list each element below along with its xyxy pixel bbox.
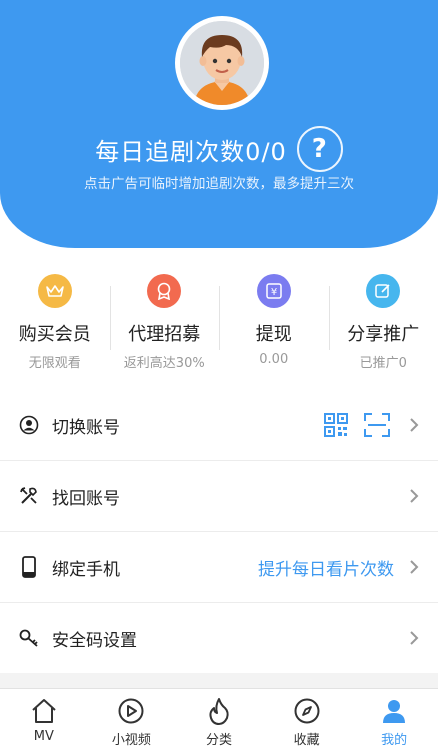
flame-icon — [175, 697, 263, 725]
key-icon — [18, 627, 40, 649]
stat-sub: 无限观看 — [28, 356, 81, 371]
share-promote[interactable]: 分享推广 已推广0 — [328, 268, 438, 371]
chevron-right-icon — [410, 631, 419, 645]
security-code-label: 安全码设置 — [52, 630, 137, 651]
phone-icon — [18, 556, 40, 578]
tab-label: 分类 — [205, 733, 232, 748]
stat-sub: 返利高达30% — [123, 356, 205, 371]
switch-account-label: 切换账号 — [52, 417, 120, 438]
qr-code-icon[interactable] — [324, 413, 348, 437]
tab-favorites[interactable]: 收藏 — [263, 689, 351, 753]
avatar-image — [180, 21, 264, 105]
tab-category[interactable]: 分类 — [175, 689, 263, 753]
tab-label: 小视频 — [111, 733, 151, 748]
agent-recruit[interactable]: 代理招募 返利高达30% — [109, 268, 220, 371]
tab-short-video[interactable]: 小视频 — [88, 689, 176, 753]
svg-text:¥: ¥ — [271, 287, 277, 298]
quick-actions: 购买会员 无限观看 代理招募 返利高达30% ¥ 提现 0.00 分享推广 已推… — [0, 268, 438, 371]
stat-label: 代理招募 — [128, 324, 201, 345]
chevron-right-icon — [410, 418, 419, 432]
bottom-tab-bar: MV 小视频 分类 收藏 我的 — [0, 688, 438, 753]
profile-header: 每日追剧次数0/0? 点击广告可临时增加追剧次数，最多提升三次 — [0, 0, 438, 248]
stat-sub: 0.00 — [259, 352, 289, 367]
chevron-right-icon — [410, 489, 419, 503]
qr-actions — [308, 413, 390, 437]
medal-icon — [147, 274, 182, 308]
tab-mv[interactable]: MV — [0, 689, 88, 753]
daily-quota-title: 每日追剧次数0/0 — [95, 137, 287, 166]
crown-icon — [37, 274, 72, 308]
recover-account-label: 找回账号 — [52, 488, 120, 509]
user-circle-icon — [18, 414, 40, 436]
bind-phone-hint: 提升每日看片次数 — [258, 559, 394, 580]
tab-label: MV — [33, 729, 54, 744]
tools-icon — [18, 485, 40, 507]
compass-icon — [263, 697, 351, 725]
stat-label: 提现 — [255, 324, 292, 345]
yen-icon: ¥ — [256, 274, 291, 308]
daily-quota-subtitle: 点击广告可临时增加追剧次数，最多提升三次 — [84, 176, 354, 192]
stat-label: 购买会员 — [18, 324, 91, 345]
tab-mine[interactable]: 我的 — [350, 689, 438, 753]
tab-label: 收藏 — [293, 733, 320, 748]
user-icon — [350, 697, 438, 725]
switch-account-row[interactable]: 切换账号 — [0, 390, 438, 461]
buy-membership[interactable]: 购买会员 无限观看 — [0, 268, 110, 371]
daily-quota-row: 每日追剧次数0/0? — [0, 126, 438, 172]
security-code-row[interactable]: 安全码设置 — [0, 603, 438, 674]
chevron-right-icon — [410, 560, 419, 574]
bind-phone-label: 绑定手机 — [52, 559, 120, 580]
section-divider — [0, 673, 438, 688]
bind-phone-row[interactable]: 绑定手机 提升每日看片次数 — [0, 532, 438, 603]
help-button[interactable]: ? — [296, 126, 343, 172]
scan-icon[interactable] — [364, 413, 390, 437]
withdraw[interactable]: ¥ 提现 0.00 — [219, 268, 329, 368]
edit-icon — [366, 274, 401, 308]
play-icon — [88, 697, 176, 725]
home-icon — [0, 697, 88, 725]
stat-sub: 已推广0 — [359, 356, 407, 371]
settings-menu: 切换账号 找回账号 绑定手机 提升每日看片次数 安全码设置 — [0, 390, 438, 674]
recover-account-row[interactable]: 找回账号 — [0, 461, 438, 532]
avatar[interactable] — [175, 16, 269, 110]
stat-label: 分享推广 — [347, 324, 420, 345]
tab-label: 我的 — [381, 733, 408, 748]
